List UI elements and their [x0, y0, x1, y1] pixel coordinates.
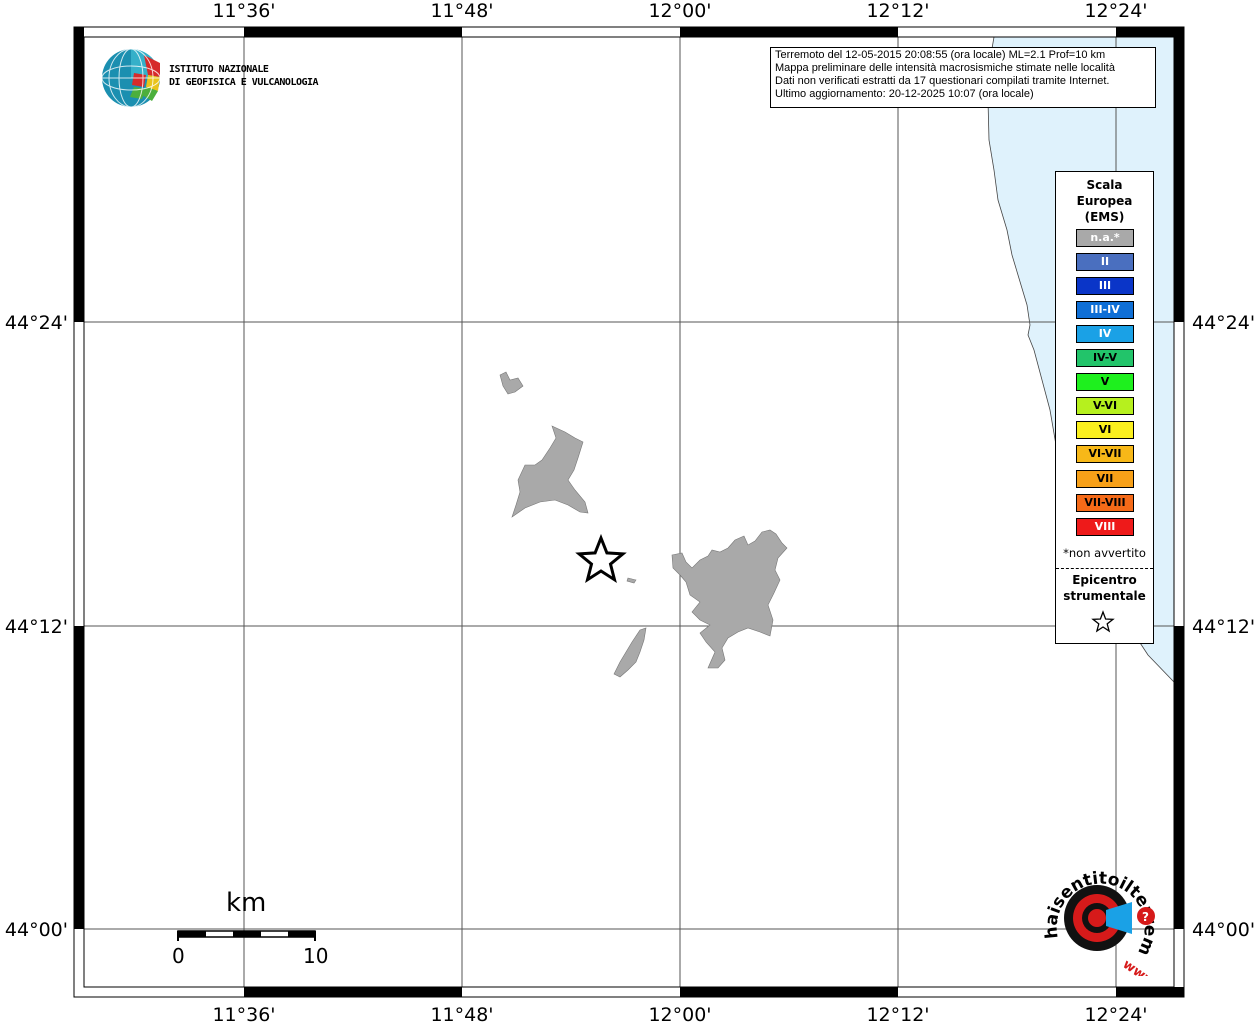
ingv-logo-line: ISTITUTO NAZIONALE: [169, 64, 269, 75]
ingv-globe-logo-icon: [101, 48, 161, 108]
epicenter-legend-line: Epicentro: [1072, 573, 1137, 587]
legend-title-line: (EMS): [1084, 210, 1125, 224]
legend-swatch: VII-VIII: [1076, 493, 1134, 512]
municipality-area: [671, 529, 788, 669]
left-lat-label: 44°00': [5, 919, 68, 941]
scale-unit-label: km: [226, 888, 267, 918]
bottom-lon-label: 11°48': [430, 1004, 493, 1024]
legend-swatch: IV: [1076, 325, 1134, 344]
legend-swatch: VII: [1076, 469, 1134, 488]
epicenter-legend-label: Epicentro strumentale: [1056, 572, 1153, 604]
epicenter-legend-line: strumentale: [1063, 589, 1146, 603]
bottom-lon-label: 12°12': [866, 1004, 929, 1024]
epicenter-legend-star-icon: [1091, 610, 1115, 633]
bottom-lon-label: 11°36': [212, 1004, 275, 1024]
legend-title: Scala Europea (EMS): [1056, 177, 1153, 225]
haisentito-prefix-text: www.: [1120, 957, 1161, 976]
event-info-line: Dati non verificati estratti da 17 quest…: [775, 75, 1110, 87]
epicenter-star-icon[interactable]: [575, 533, 627, 584]
top-lon-label: 11°36': [212, 0, 275, 22]
right-lat-label: 44°00': [1192, 919, 1255, 941]
event-info-line: Ultimo aggiornamento: 20-12-2025 10:07 (…: [775, 88, 1034, 100]
bottom-lon-labels: 11°36' 11°48' 12°00' 12°12' 12°24': [212, 1004, 1147, 1024]
top-lon-label: 12°12': [866, 0, 929, 22]
legend-swatch: VI-VII: [1076, 445, 1134, 464]
scale-end-label: 10: [303, 944, 329, 968]
top-lon-labels: 11°36' 11°48' 12°00' 12°12' 12°24': [212, 0, 1147, 22]
legend-swatch: VIII: [1076, 517, 1134, 536]
municipality-area: [626, 577, 637, 584]
haisentito-question-text: ?: [1142, 910, 1149, 924]
legend-swatch: V: [1076, 373, 1134, 392]
ems-scale-legend: Scala Europea (EMS) n.a.* II III III-IV IV IV…: [1055, 171, 1154, 644]
event-info-line: Mappa preliminare delle intensità macros…: [775, 62, 1115, 74]
legend-swatch: VI: [1076, 421, 1134, 440]
legend-swatch: n.a.*: [1076, 229, 1134, 247]
legend-swatch: V-VI: [1076, 397, 1134, 416]
right-lat-labels: 44°24' 44°12' 44°00': [1192, 312, 1255, 941]
right-lat-label: 44°24': [1192, 312, 1255, 334]
legend-swatch: III: [1076, 277, 1134, 296]
municipality-area: [613, 627, 647, 678]
left-lat-labels: 44°24' 44°12' 44°00': [5, 312, 68, 941]
left-lat-label: 44°24': [5, 312, 68, 334]
legend-title-line: Scala: [1086, 178, 1123, 192]
ingv-logo-text: ISTITUTO NAZIONALE DI GEOFISICA E VULCAN…: [169, 63, 319, 89]
scale-start-label: 0: [172, 944, 185, 968]
event-info-box: Terremoto del 12-05-2015 20:08:55 (ora l…: [770, 47, 1156, 108]
scale-bar: [177, 930, 316, 941]
top-lon-label: 12°00': [648, 0, 711, 22]
legend-swatch: II: [1076, 253, 1134, 272]
municipality-areas[interactable]: [499, 371, 788, 678]
top-lon-label: 11°48': [430, 0, 493, 22]
legend-swatch: IV-V: [1076, 349, 1134, 368]
event-info-line: Terremoto del 12-05-2015 20:08:55 (ora l…: [775, 49, 1106, 61]
ingv-logo-line: DI GEOFISICA E VULCANOLOGIA: [169, 77, 319, 88]
legend-divider: [1056, 568, 1153, 569]
legend-title-line: Europea: [1076, 194, 1133, 208]
haisentito-logo-icon[interactable]: haisentitoilterremoto.it www. ?: [1036, 866, 1164, 976]
bottom-lon-label: 12°00': [648, 1004, 711, 1024]
municipality-area: [511, 425, 589, 518]
left-lat-label: 44°12': [5, 616, 68, 638]
bottom-lon-label: 12°24': [1084, 1004, 1147, 1024]
top-lon-label: 12°24': [1084, 0, 1147, 22]
not-felt-note: *non avvertito: [1063, 546, 1146, 560]
right-lat-label: 44°12': [1192, 616, 1255, 638]
municipality-area: [499, 371, 524, 395]
legend-swatch: III-IV: [1076, 301, 1134, 320]
